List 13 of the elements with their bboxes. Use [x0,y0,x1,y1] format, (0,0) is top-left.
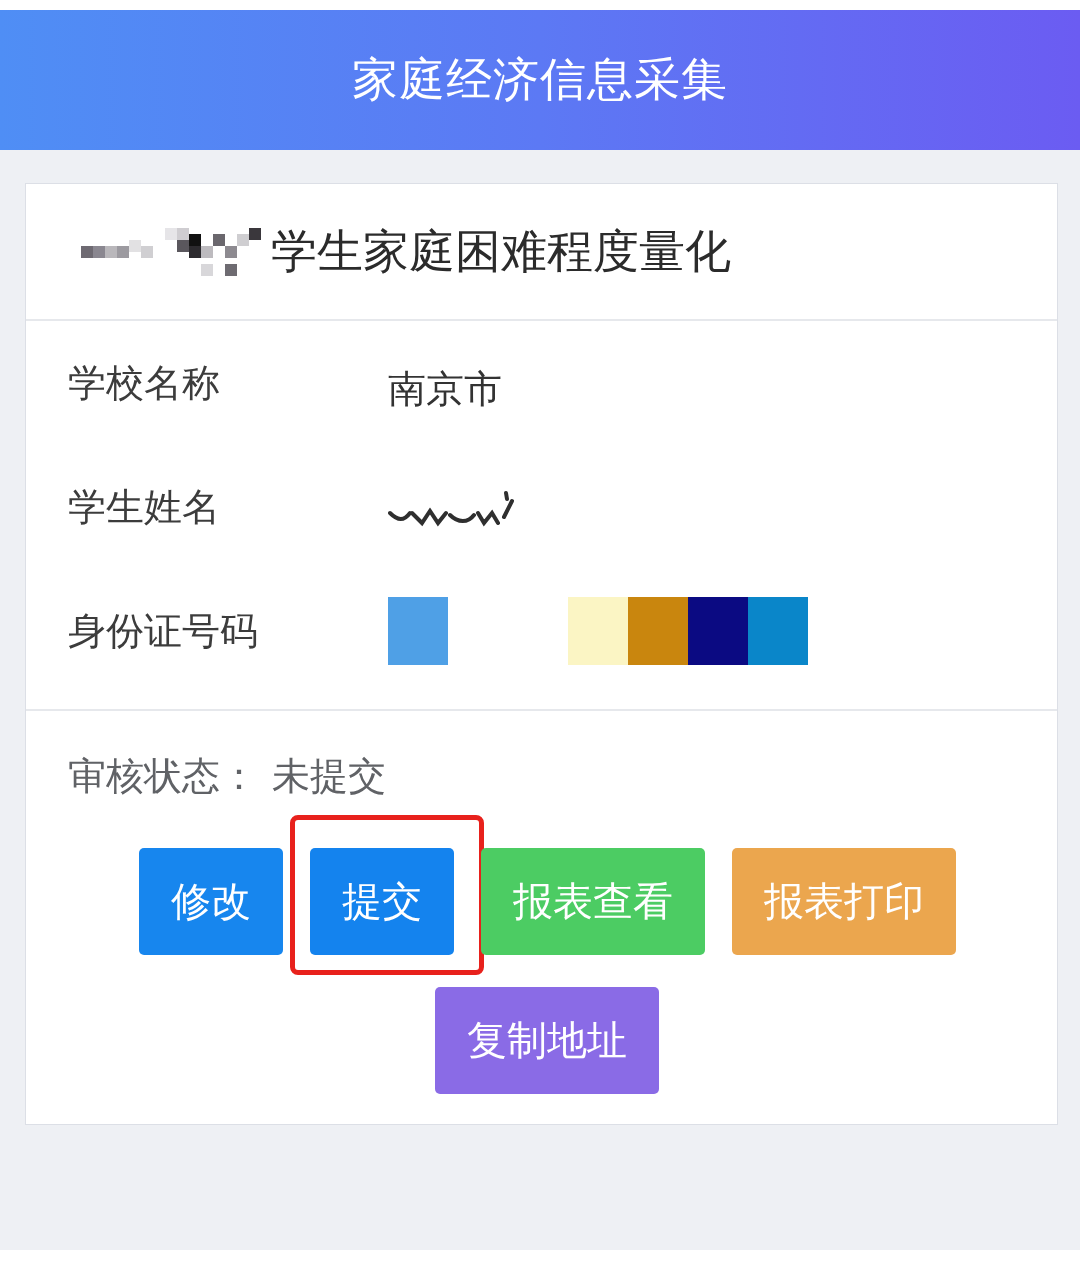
status-label: 审核状态： [68,752,258,800]
action-button[interactable]: 报表打印 [731,848,956,955]
action-button[interactable]: 复制地址 [435,987,659,1094]
field-label: 学校名称 [68,359,220,407]
action-button[interactable]: 提交 [309,848,454,955]
page-title: 家庭经济信息采集 [352,51,728,108]
card-title: 学生家庭困难程度量化 [271,222,731,280]
action-button[interactable]: 报表查看 [480,848,705,955]
action-button[interactable]: 修改 [138,848,283,955]
field-label: 身份证号码 [68,607,258,655]
field-label: 学生姓名 [68,483,220,531]
field-value: 南京市 [388,365,502,413]
status-value: 未提交 [272,752,386,800]
